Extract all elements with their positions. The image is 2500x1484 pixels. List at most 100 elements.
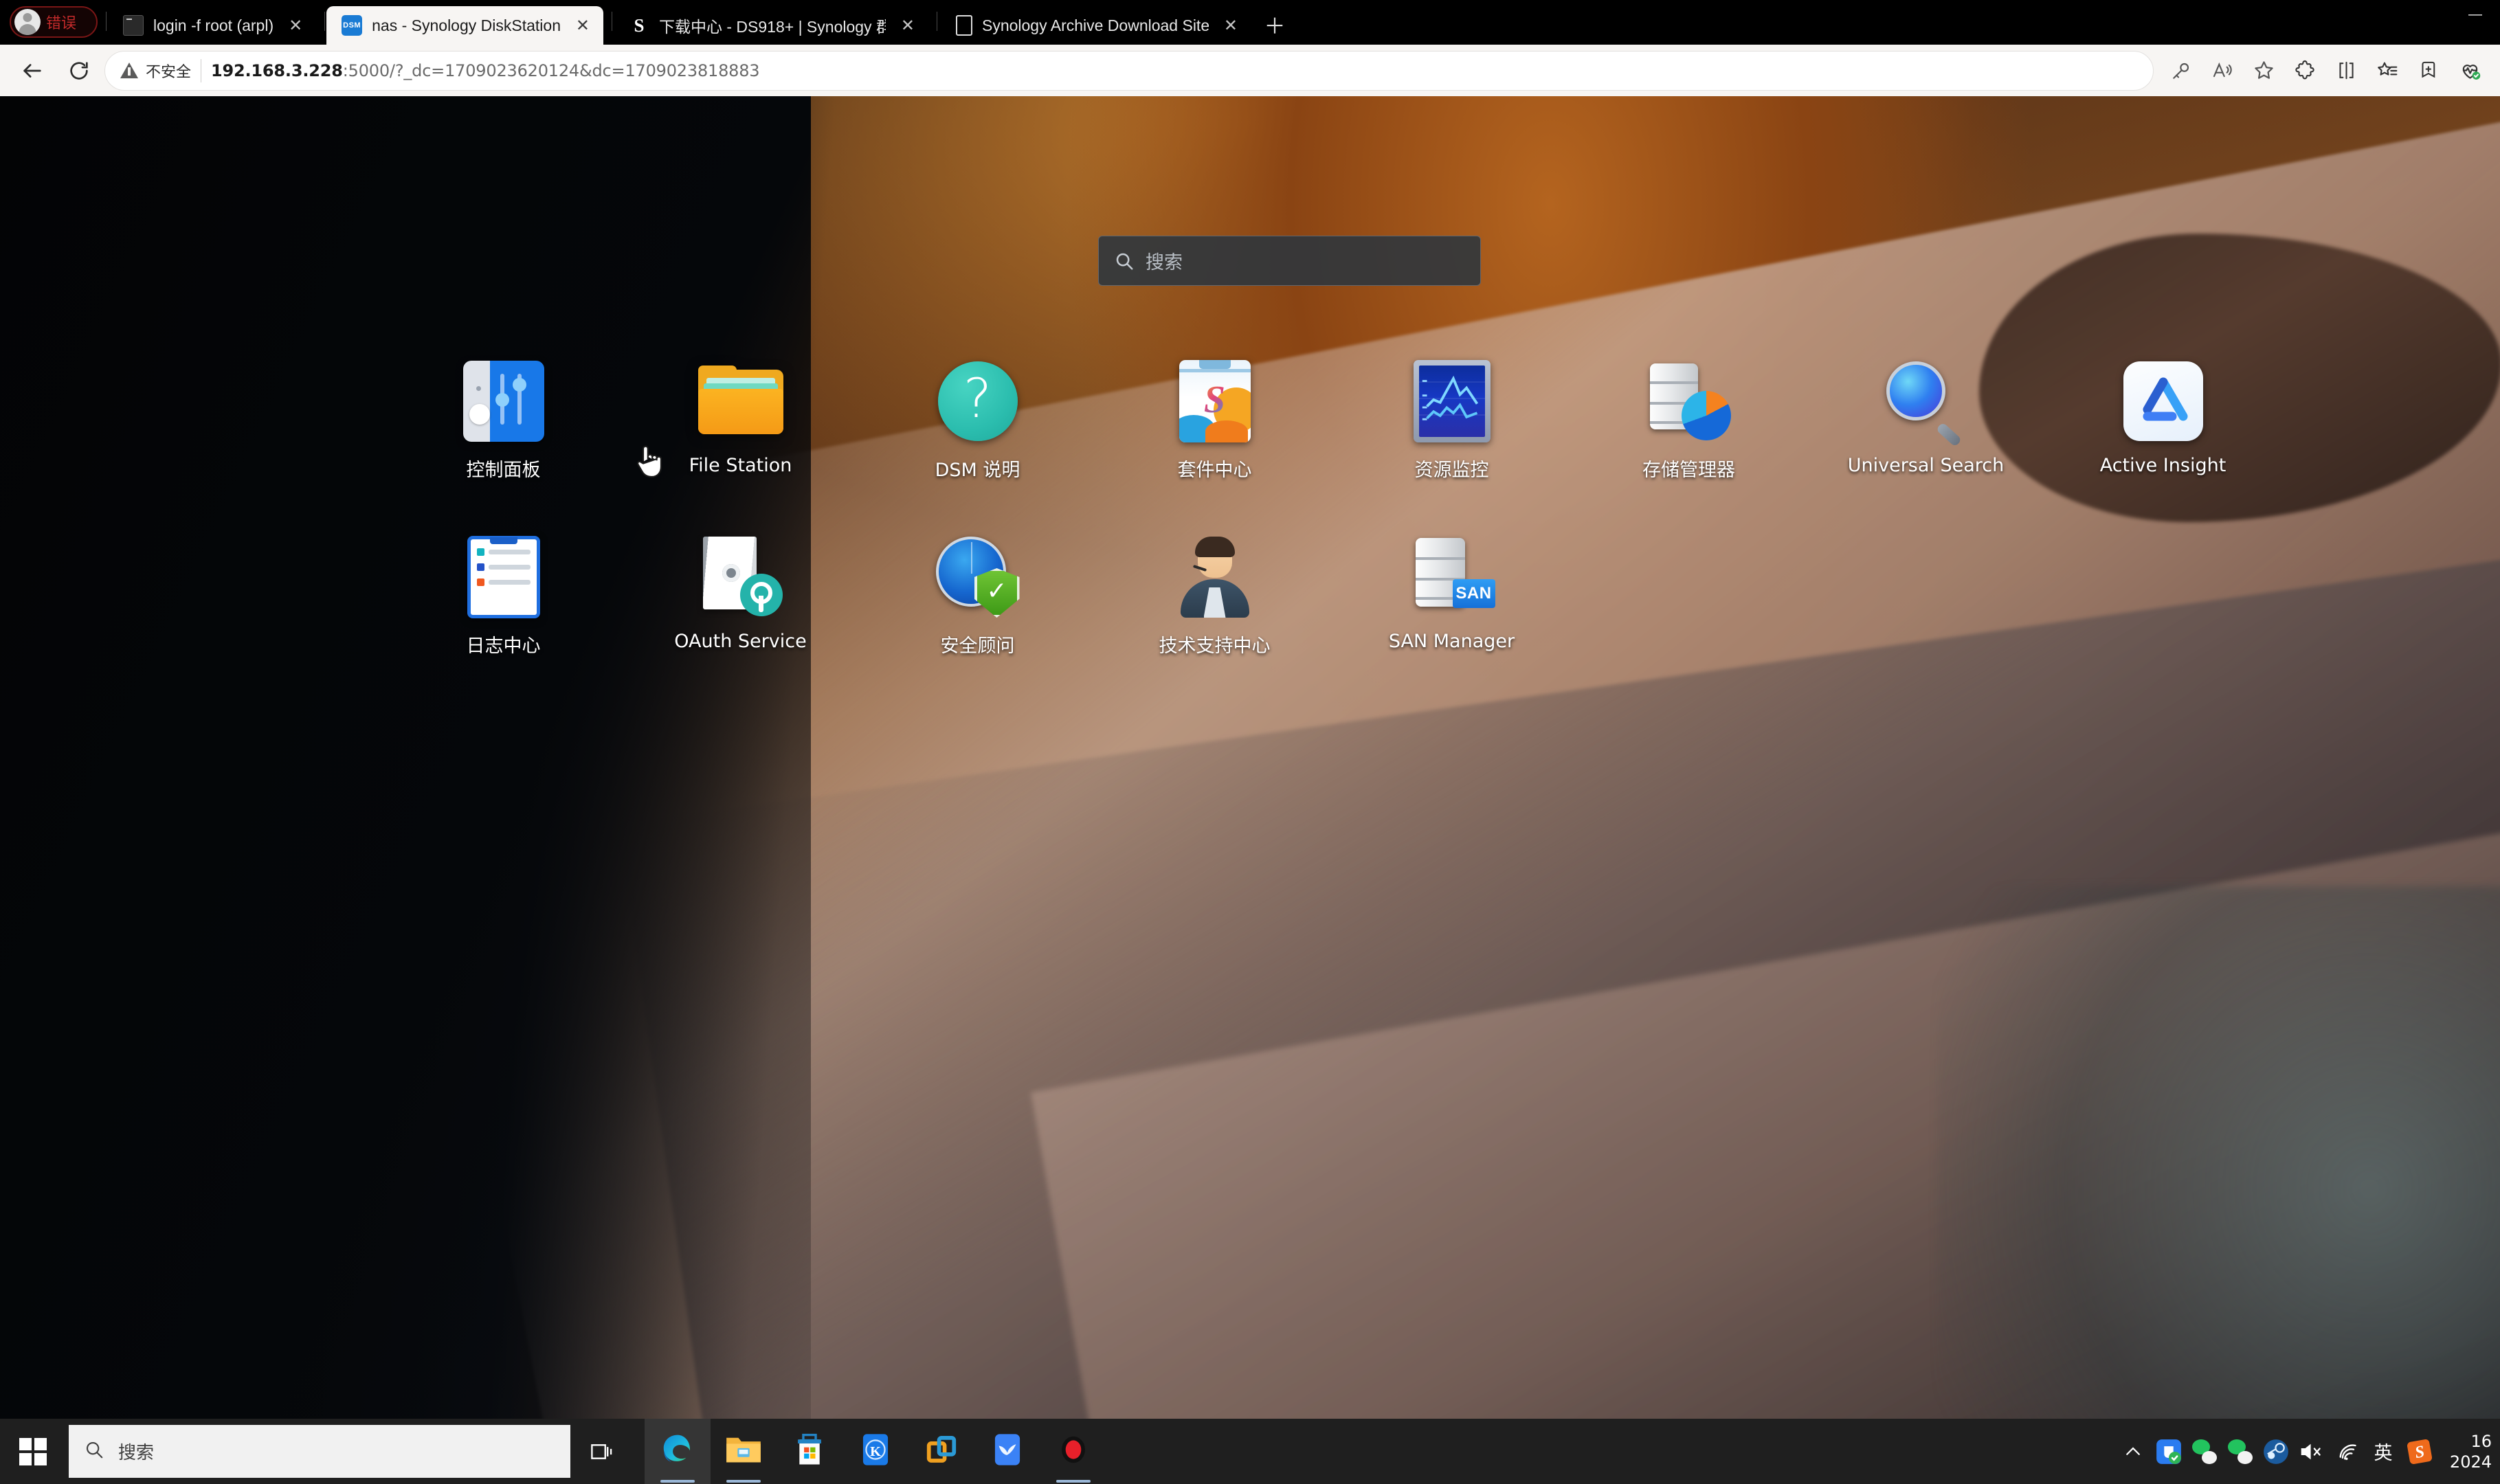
taskbar-app-recorder[interactable] (1040, 1419, 1106, 1484)
app-package-center[interactable]: S 套件中心 (1096, 357, 1333, 482)
san-manager-icon: SAN (1408, 533, 1496, 621)
collections-icon[interactable] (2368, 52, 2407, 90)
app-log-center[interactable]: 日志中心 (385, 533, 622, 657)
oauth-service-icon (697, 533, 785, 621)
tab-close-button[interactable]: ✕ (570, 13, 595, 38)
window-controls: — (2451, 0, 2500, 29)
steam-icon[interactable] (2258, 1419, 2294, 1484)
tab-divider (106, 12, 107, 31)
split-screen-icon[interactable] (2327, 52, 2365, 90)
add-to-favorites-icon[interactable] (2409, 52, 2448, 90)
reload-button[interactable] (58, 49, 100, 92)
taskbar-search-input[interactable]: 搜索 (69, 1425, 570, 1478)
app-security-advisor[interactable]: ✓ 安全顾问 (859, 533, 1096, 657)
dsm-desktop: 搜索 控制面板 File Station ? DSM 说明 S 套件中心 资源监… (0, 96, 2500, 1439)
taskbar-app-list: K (645, 1419, 1106, 1484)
security-advisor-icon: ✓ (934, 533, 1022, 621)
task-view-icon[interactable] (570, 1419, 636, 1484)
record-app-icon (1057, 1432, 1090, 1471)
app-san-manager[interactable]: SAN SAN Manager (1333, 533, 1570, 657)
microsoft-store-icon (793, 1432, 826, 1471)
app-resource-monitor[interactable]: 资源监控 (1333, 357, 1570, 482)
profile-label: 错误 (46, 15, 77, 32)
taskbar-app-file-explorer[interactable] (711, 1419, 777, 1484)
sogou-input-icon[interactable]: S (2401, 1419, 2438, 1484)
clock-date: 2024 (2449, 1452, 2492, 1472)
favorite-star-icon[interactable] (2244, 52, 2283, 90)
windows-start-icon[interactable] (0, 1419, 66, 1484)
app-oauth-service[interactable]: OAuth Service (622, 533, 859, 657)
address-bar: 不安全 192.168.3.228:5000/?_dc=170902362012… (0, 45, 2500, 96)
password-key-icon[interactable] (2162, 52, 2200, 90)
volume-muted-icon[interactable] (2294, 1419, 2330, 1484)
wifi-icon[interactable] (2330, 1419, 2365, 1484)
app-support-center[interactable]: 技术支持中心 (1096, 533, 1333, 657)
profile-button[interactable]: 错误 (10, 6, 98, 38)
dsm-search-placeholder: 搜索 (1146, 252, 1183, 273)
ime-label: 英 (2374, 1443, 2393, 1464)
app-label: 套件中心 (1177, 460, 1252, 481)
tab-divider (324, 12, 326, 31)
app-control-panel[interactable]: 控制面板 (385, 357, 622, 482)
app-universal-search[interactable]: Universal Search (1807, 357, 2044, 482)
edge-icon (659, 1431, 696, 1472)
tab-close-button[interactable]: ✕ (895, 13, 920, 38)
control-panel-icon (460, 357, 548, 445)
app-active-insight[interactable]: Active Insight (2044, 357, 2281, 482)
dsm-search-input[interactable]: 搜索 (1098, 236, 1481, 286)
taskbar-app-microsoft-store[interactable] (777, 1419, 842, 1484)
url-text: 192.168.3.228:5000/?_dc=1709023620124&dc… (211, 61, 759, 80)
app-dsm-help[interactable]: ? DSM 说明 (859, 357, 1096, 482)
app-storage-manager[interactable]: 存储管理器 (1570, 357, 1807, 482)
tab-title: login -f root (arpl) (153, 16, 274, 34)
universal-search-icon (1882, 357, 1970, 447)
taskbar-app-edge[interactable] (645, 1419, 711, 1484)
browser-essentials-icon[interactable] (2451, 52, 2489, 90)
taskbar-search-placeholder: 搜索 (118, 1443, 155, 1463)
tencent-meeting-icon[interactable] (2151, 1419, 2187, 1484)
tab-strip: 错误 login -f root (arpl) ✕ DSM nas - Syno… (0, 0, 2500, 45)
wechat-work-icon[interactable] (2222, 1419, 2258, 1484)
windows-taskbar: 搜索 K 英 S 16 2024 (0, 1419, 2500, 1484)
security-indicator[interactable]: 不安全 (120, 60, 191, 82)
app-label: DSM 说明 (935, 460, 1020, 481)
tab-close-button[interactable]: ✕ (1218, 13, 1243, 38)
new-tab-button[interactable]: ＋ (1258, 8, 1291, 41)
vmware-icon (925, 1433, 958, 1470)
taskbar-app-dove[interactable] (974, 1419, 1040, 1484)
ime-indicator[interactable]: 英 (2365, 1419, 2401, 1484)
app-label: 存储管理器 (1642, 460, 1735, 481)
wechat-icon[interactable] (2187, 1419, 2222, 1484)
taskbar-app-vmware[interactable] (908, 1419, 974, 1484)
svg-text:K: K (870, 1444, 881, 1459)
package-center-icon: S (1171, 357, 1259, 445)
browser-tab-archive-site[interactable]: Synology Archive Download Site ✕ (939, 6, 1251, 45)
taskbar-app-kugou[interactable]: K (842, 1419, 908, 1484)
browser-window: 错误 login -f root (arpl) ✕ DSM nas - Syno… (0, 0, 2500, 1484)
storage-manager-icon (1645, 357, 1733, 445)
browser-tab-download-center[interactable]: S 下载中心 - DS918+ | Synology 群 ✕ (614, 6, 928, 45)
show-hidden-icons-chevron[interactable] (2115, 1419, 2151, 1484)
s-letter-icon: S (634, 14, 645, 36)
app-label: 控制面板 (466, 460, 541, 481)
browser-tab-terminal[interactable]: login -f root (arpl) ✕ (108, 6, 316, 45)
extensions-icon[interactable] (2286, 52, 2324, 90)
account-avatar-icon (14, 9, 41, 35)
file-station-icon (697, 357, 785, 445)
taskbar-clock[interactable]: 16 2024 (2438, 1431, 2497, 1472)
read-aloud-icon[interactable] (2203, 52, 2242, 90)
browser-tab-dsm[interactable]: DSM nas - Synology DiskStation ✕ (326, 6, 603, 45)
url-host: 192.168.3.228 (211, 60, 343, 80)
active-insight-icon (2119, 357, 2207, 445)
app-label: 资源监控 (1414, 460, 1489, 481)
file-explorer-icon (725, 1433, 762, 1470)
app-label: Active Insight (2099, 455, 2226, 476)
search-icon (84, 1439, 104, 1463)
tab-title: Synology Archive Download Site (981, 16, 1209, 34)
minimize-button[interactable]: — (2451, 0, 2500, 29)
document-icon (955, 15, 972, 36)
back-button[interactable] (11, 49, 54, 92)
url-omnibox[interactable]: 不安全 192.168.3.228:5000/?_dc=170902362012… (104, 50, 2154, 91)
app-label: SAN Manager (1388, 631, 1515, 652)
tab-close-button[interactable]: ✕ (283, 13, 308, 38)
